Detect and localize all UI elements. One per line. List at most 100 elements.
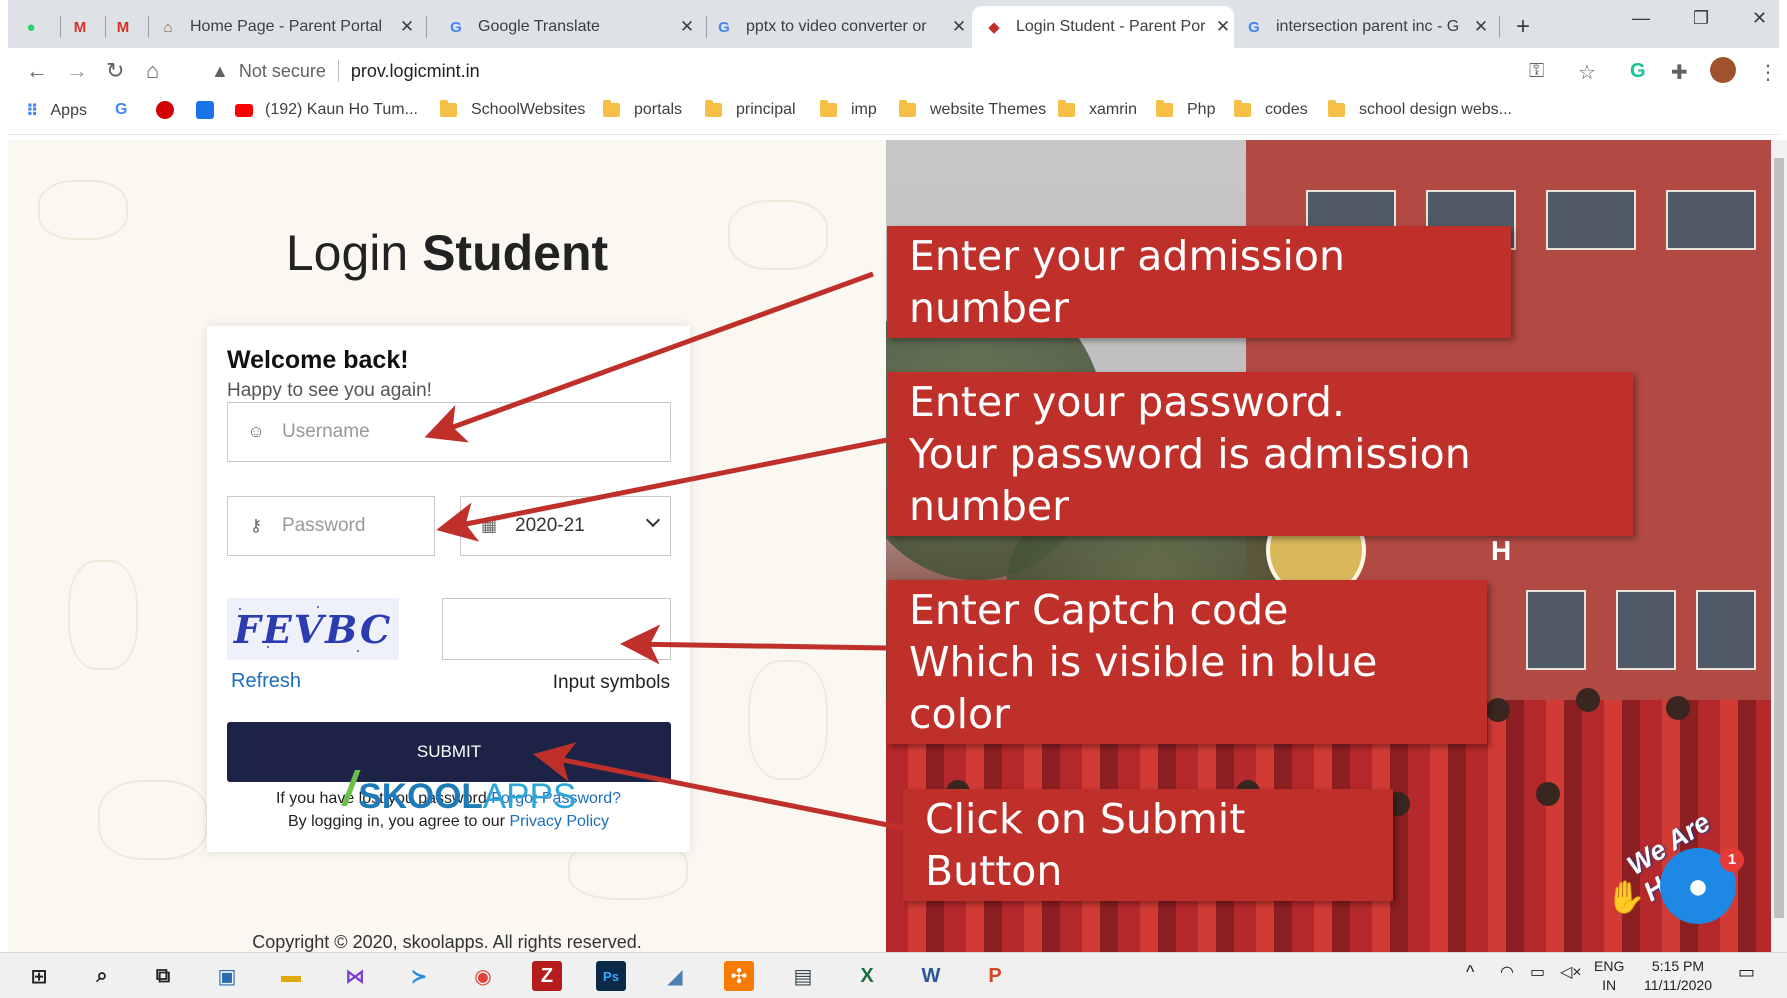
menu-icon[interactable]: ⋮ xyxy=(1758,60,1778,85)
folder-icon xyxy=(899,100,916,117)
logo-swoosh-icon: / xyxy=(343,763,357,816)
logo-apps: APPS xyxy=(482,777,577,816)
tab-google-translate[interactable]: G Google Translate ✕ xyxy=(446,6,698,48)
windows-start-icon[interactable]: ⊞ xyxy=(24,961,54,991)
login-panel: Login Student Welcome back! Happy to see… xyxy=(8,140,886,952)
user-icon: ☺ xyxy=(247,422,265,441)
key-icon[interactable]: ⚿ xyxy=(1529,60,1544,83)
bookmark-folder[interactable]: principal xyxy=(705,100,796,119)
back-icon[interactable]: ← xyxy=(26,58,48,84)
tab-title: pptx to video converter or xyxy=(746,18,927,35)
search-icon[interactable]: ⌕ xyxy=(87,961,117,991)
bookmark-folder[interactable]: SchoolWebsites xyxy=(440,100,585,119)
address-bar[interactable]: ▲ Not secure prov.logicmint.in xyxy=(198,53,1510,89)
profile-avatar[interactable] xyxy=(1710,57,1736,83)
extensions-icon[interactable]: ✚ xyxy=(1671,60,1688,85)
language-top: ENG xyxy=(1594,958,1625,974)
bookmark-folder[interactable]: xamrin xyxy=(1058,100,1137,119)
close-tab-icon[interactable]: ✕ xyxy=(396,17,418,37)
photoshop-icon[interactable]: Ps xyxy=(596,961,626,991)
app-icon[interactable]: ◢ xyxy=(660,961,690,991)
student-head xyxy=(1666,696,1690,720)
google-icon: G xyxy=(115,101,128,118)
file-explorer-icon[interactable]: ▬ xyxy=(276,961,306,991)
notification-icon[interactable]: ▭ xyxy=(1738,963,1755,982)
close-window-icon[interactable]: ✕ xyxy=(1752,8,1767,29)
clock[interactable]: 5:15 PM 11/11/2020 xyxy=(1638,957,1718,995)
tab-home-page[interactable]: ⌂ Home Page - Parent Portal ✕ xyxy=(158,6,418,48)
word-icon[interactable]: W xyxy=(916,961,946,991)
waving-hand-icon: ✋ xyxy=(1606,879,1646,915)
task-view-icon[interactable]: ⧉ xyxy=(148,961,178,991)
bookmark-label: website Themes xyxy=(930,101,1047,118)
bookmarks-bar: ⠿ Apps G (192) Kaun Ho Tum... SchoolWebsi… xyxy=(8,93,1779,135)
bookmark-folder[interactable]: portals xyxy=(603,100,682,119)
excel-icon[interactable]: X xyxy=(852,961,882,991)
filezilla-icon[interactable]: Z xyxy=(532,961,562,991)
bookmark-label: school design webs... xyxy=(1359,101,1512,118)
forward-icon[interactable]: → xyxy=(66,58,88,84)
grammarly-icon[interactable]: G xyxy=(1630,60,1646,83)
bookmark-blue[interactable] xyxy=(196,101,214,119)
youtube-icon xyxy=(235,103,253,117)
powerpoint-icon[interactable]: P xyxy=(980,961,1010,991)
building-sign-letter: H xyxy=(1491,535,1512,566)
callout-password-line1: Enter your password. xyxy=(909,378,1345,426)
bookmark-youtube[interactable]: (192) Kaun Ho Tum... xyxy=(235,101,418,119)
bookmark-folder[interactable]: Php xyxy=(1156,100,1215,119)
bookmark-red[interactable] xyxy=(156,101,174,119)
address-separator xyxy=(337,60,339,82)
building-window xyxy=(1666,190,1756,250)
close-tab-icon[interactable]: ✕ xyxy=(1470,17,1492,37)
captcha-input[interactable] xyxy=(442,598,671,660)
screen: ● M M ⌂ Home Page - Parent Portal ✕ G Go… xyxy=(0,0,1787,998)
bookmark-folder[interactable]: school design webs... xyxy=(1328,100,1512,119)
home-icon[interactable]: ⌂ xyxy=(146,58,159,84)
chrome-icon[interactable]: ◉ xyxy=(468,961,498,991)
new-tab-button[interactable]: + xyxy=(1516,6,1530,48)
close-tab-icon[interactable]: ✕ xyxy=(1212,17,1234,37)
bookmark-folder[interactable]: codes xyxy=(1234,100,1308,119)
refresh-captcha-link[interactable]: Refresh xyxy=(231,670,301,693)
close-tab-icon[interactable]: ✕ xyxy=(948,17,970,37)
volume-muted-icon[interactable]: ◁× xyxy=(1560,963,1582,982)
minimize-icon[interactable]: — xyxy=(1632,8,1650,29)
page-scrollbar[interactable] xyxy=(1771,140,1787,952)
tab-separator xyxy=(426,16,427,38)
gmail-tab-2[interactable]: M xyxy=(114,6,144,48)
bookmark-google[interactable]: G xyxy=(115,101,127,119)
callout-captcha-line1: Enter Captch code xyxy=(909,586,1289,634)
title-bold: Student xyxy=(422,225,609,281)
gmail-tab-1[interactable]: M xyxy=(71,6,101,48)
tab-pptx-converter[interactable]: G pptx to video converter or ✕ xyxy=(714,6,970,48)
session-select[interactable]: ▦ 2020-21 xyxy=(460,496,671,556)
visual-studio-icon[interactable]: ⋈ xyxy=(340,961,370,991)
battery-icon[interactable]: ▭ xyxy=(1530,963,1545,982)
scrollbar-thumb[interactable] xyxy=(1774,158,1784,918)
language-indicator[interactable]: ENG IN xyxy=(1594,957,1624,995)
tab-intersection[interactable]: G intersection parent inc - G ✕ xyxy=(1244,6,1492,48)
bookmark-apps[interactable]: ⠿ Apps xyxy=(26,101,87,121)
language-bottom: IN xyxy=(1602,977,1617,993)
vscode-icon[interactable]: ≻ xyxy=(404,961,434,991)
reload-icon[interactable]: ↻ xyxy=(106,58,124,84)
clock-time: 5:15 PM xyxy=(1651,958,1705,974)
people-app-icon[interactable]: ▣ xyxy=(212,961,242,991)
restore-icon[interactable]: ❐ xyxy=(1693,8,1709,29)
security-status: Not secure xyxy=(238,60,326,81)
bookmark-folder[interactable]: imp xyxy=(820,100,877,119)
username-field[interactable]: ☺ Username xyxy=(227,402,671,462)
close-tab-icon[interactable]: ✕ xyxy=(676,17,698,37)
whatsapp-tab[interactable]: ● xyxy=(22,6,52,48)
bookmark-folder[interactable]: website Themes xyxy=(899,100,1047,119)
student-head xyxy=(1536,782,1560,806)
tab-separator xyxy=(105,16,106,38)
xampp-icon[interactable]: ✣ xyxy=(724,961,754,991)
star-icon[interactable]: ☆ xyxy=(1578,60,1596,85)
tab-login-student[interactable]: ◆ Login Student - Parent Por ✕ xyxy=(972,6,1234,48)
calculator-icon[interactable]: ▤ xyxy=(788,961,818,991)
password-field[interactable]: ⚷ Password xyxy=(227,496,435,556)
gmail-icon: M xyxy=(73,18,87,36)
wifi-icon[interactable]: ◠ xyxy=(1500,963,1514,982)
chevron-up-icon[interactable]: ^ xyxy=(1466,963,1474,982)
